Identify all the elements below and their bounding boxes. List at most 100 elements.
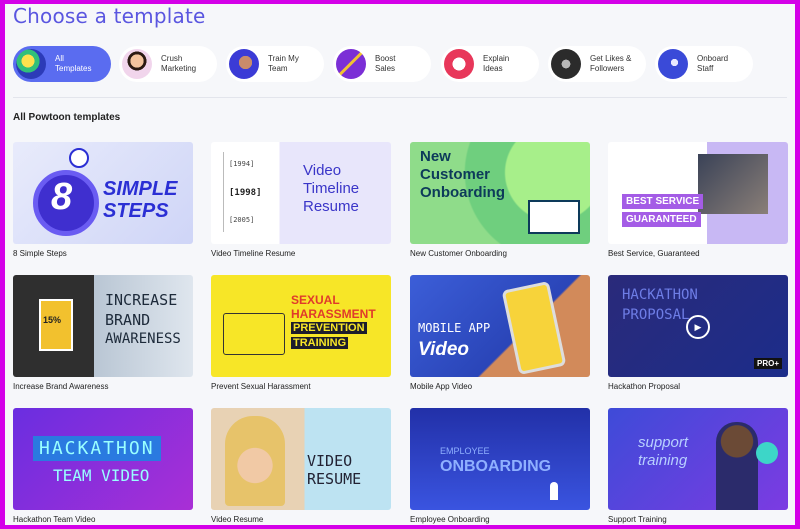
thumb-line: HACKATHON	[33, 436, 161, 461]
template-title: Support Training	[608, 515, 667, 524]
thumb-line: STEPS	[103, 200, 169, 222]
thumb-line: support	[638, 434, 689, 451]
template-card-new-customer-onboarding[interactable]: New Customer Onboarding New Customer Onb…	[410, 142, 590, 258]
template-title: Video Resume	[211, 515, 264, 524]
explain-ideas-thumbnail	[444, 49, 474, 79]
monitor-icon	[528, 200, 580, 234]
template-title: Best Service, Guaranteed	[608, 249, 700, 258]
thumb-line: GUARANTEED	[622, 212, 701, 227]
template-thumbnail: 8 SIMPLE STEPS	[13, 142, 193, 244]
timeline-year: [2005]	[229, 216, 255, 224]
pro-plus-badge: PRO+	[753, 358, 782, 369]
template-title: Increase Brand Awareness	[13, 382, 109, 391]
boost-sales-thumbnail	[336, 49, 366, 79]
category-crush-marketing[interactable]: Crush Marketing	[119, 46, 217, 82]
phone-illustration	[39, 299, 73, 351]
template-title: Video Timeline Resume	[211, 249, 296, 258]
timeline-year: [1998]	[229, 188, 262, 198]
thumb-line: VIDEO	[307, 452, 353, 470]
template-card-hackathon-team-video[interactable]: HACKATHON TEAM VIDEO Hackathon Team Vide…	[13, 408, 193, 524]
template-card-employee-onboarding[interactable]: EMPLOYEE ONBOARDING Employee Onboarding	[410, 408, 590, 524]
template-card-video-resume[interactable]: VIDEO RESUME Video Resume	[211, 408, 391, 524]
template-card-best-service-guaranteed[interactable]: BEST SERVICE GUARANTEED Best Service, Gu…	[608, 142, 788, 258]
portrait-photo	[225, 416, 285, 506]
template-title: Hackathon Team Video	[13, 515, 96, 524]
template-thumbnail: [1994] [1998] [2005] Video Timeline Resu…	[211, 142, 391, 244]
template-card-prevent-sexual-harassment[interactable]: SEXUAL HARASSMENT PREVENTION TRAINING Pr…	[211, 275, 391, 391]
template-thumbnail: MOBILE APP Video	[410, 275, 590, 377]
thumb-line: EMPLOYEE	[440, 446, 490, 456]
thumb-line: Video	[418, 339, 470, 360]
template-title: New Customer Onboarding	[410, 249, 507, 258]
thumb-line: HARASSMENT	[291, 307, 376, 321]
thumb-percent: 15%	[43, 315, 62, 325]
template-thumbnail: HACKATHON TEAM VIDEO	[13, 408, 193, 510]
template-title: Mobile App Video	[410, 382, 473, 391]
timeline-year: [1994]	[229, 160, 255, 168]
category-explain-ideas[interactable]: Explain Ideas	[441, 46, 539, 82]
category-train-my-team[interactable]: Train My Team	[226, 46, 324, 82]
category-onboard-staff[interactable]: Onboard Staff	[655, 46, 753, 82]
office-illustration	[223, 313, 285, 355]
thumb-line: Timeline	[303, 180, 360, 197]
thumb-line: PREVENTION	[291, 322, 367, 334]
timeline-line	[223, 152, 224, 232]
thumb-line: Customer	[420, 166, 491, 183]
thumb-line: TRAINING	[291, 337, 349, 349]
astronaut-icon	[69, 148, 89, 168]
get-likes-followers-thumbnail	[551, 49, 581, 79]
agent-photo	[716, 422, 758, 510]
thumb-line: Onboarding	[420, 184, 505, 201]
rocket-icon	[550, 482, 558, 500]
template-thumbnail: New Customer Onboarding	[410, 142, 590, 244]
train-my-team-thumbnail	[229, 49, 259, 79]
phone-icon	[501, 280, 567, 376]
play-icon[interactable]: ▶	[686, 315, 710, 339]
template-title: Hackathon Proposal	[608, 382, 681, 391]
divider	[13, 97, 787, 98]
thumb-line: Video	[303, 162, 342, 179]
template-thumbnail: 15% INCREASE BRAND AWARENESS	[13, 275, 193, 377]
template-card-increase-brand-awareness[interactable]: 15% INCREASE BRAND AWARENESS Increase Br…	[13, 275, 193, 391]
template-thumbnail: support training	[608, 408, 788, 510]
thumb-number: 8	[51, 176, 73, 218]
category-boost-sales[interactable]: Boost Sales	[333, 46, 431, 82]
category-label: Boost Sales	[375, 54, 396, 73]
thumb-line: Resume	[303, 198, 359, 215]
template-thumbnail: VIDEO RESUME	[211, 408, 391, 510]
thumb-line: HACKATHON	[622, 287, 698, 303]
thumb-line: MOBILE APP	[418, 321, 491, 335]
thumb-line: New	[420, 148, 451, 165]
thumb-line: PROPOSAL	[622, 307, 690, 323]
template-card-8-simple-steps[interactable]: 8 SIMPLE STEPS 8 Simple Steps	[13, 142, 193, 258]
template-title: 8 Simple Steps	[13, 249, 67, 258]
chat-bubble-icon	[756, 442, 778, 464]
thumb-line: RESUME	[307, 470, 362, 488]
thumb-line: training	[638, 452, 688, 469]
category-label: Get Likes & Followers	[590, 54, 632, 73]
thumb-line: SIMPLE	[103, 178, 178, 200]
template-card-hackathon-proposal[interactable]: HACKATHON PROPOSAL ▶ PRO+ Hackathon Prop…	[608, 275, 788, 391]
thumb-line: ONBOARDING	[440, 458, 552, 475]
category-label: Onboard Staff	[697, 54, 729, 73]
section-title: All Powtoon templates	[13, 112, 121, 123]
category-label: All Templates	[55, 54, 92, 73]
handshake-photo	[698, 154, 768, 214]
template-card-support-training[interactable]: support training Support Training	[608, 408, 788, 524]
category-get-likes-followers[interactable]: Get Likes & Followers	[548, 46, 646, 82]
template-card-video-timeline-resume[interactable]: [1994] [1998] [2005] Video Timeline Resu…	[211, 142, 391, 258]
template-thumbnail: BEST SERVICE GUARANTEED	[608, 142, 788, 244]
thumb-line: BEST SERVICE	[622, 194, 704, 209]
category-label: Crush Marketing	[161, 54, 197, 73]
crush-marketing-thumbnail	[122, 49, 152, 79]
template-title: Employee Onboarding	[410, 515, 490, 524]
thumb-line: SEXUAL	[291, 293, 340, 307]
category-label: Train My Team	[268, 54, 299, 73]
template-thumbnail: HACKATHON PROPOSAL ▶ PRO+	[608, 275, 788, 377]
category-label: Explain Ideas	[483, 54, 510, 73]
category-all-templates[interactable]: All Templates	[13, 46, 111, 82]
onboard-staff-thumbnail	[658, 49, 688, 79]
template-card-mobile-app-video[interactable]: MOBILE APP Video Mobile App Video	[410, 275, 590, 391]
template-title: Prevent Sexual Harassment	[211, 382, 311, 391]
thumb-line: AWARENESS	[105, 331, 181, 347]
